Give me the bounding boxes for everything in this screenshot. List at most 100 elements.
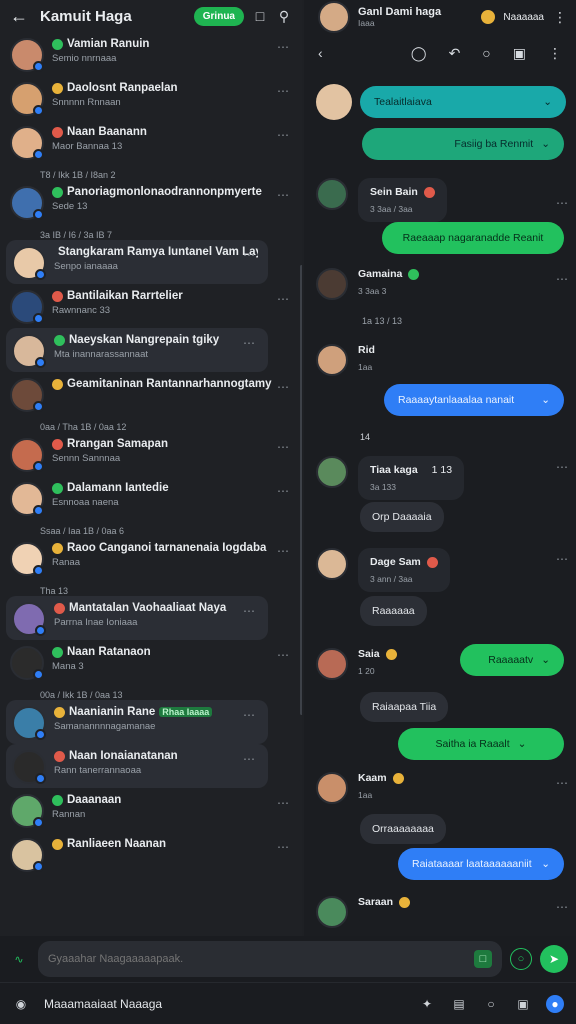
- incoming-message[interactable]: Raaaaaa: [360, 596, 427, 626]
- avatar[interactable]: [10, 290, 44, 324]
- more-icon[interactable]: ⋯: [556, 900, 568, 914]
- avatar[interactable]: [12, 246, 46, 280]
- avatar[interactable]: [12, 334, 46, 368]
- avatar[interactable]: [316, 896, 348, 928]
- more-vertical-icon[interactable]: ⋮: [552, 9, 568, 25]
- back-arrow-icon[interactable]: ←: [10, 6, 32, 27]
- avatar[interactable]: [316, 548, 348, 580]
- incoming-message[interactable]: Saia 1 20: [316, 648, 397, 680]
- calendar-icon[interactable]: ▤: [450, 995, 468, 1013]
- avatar[interactable]: [316, 84, 352, 120]
- home-icon[interactable]: ◉: [12, 995, 30, 1013]
- more-icon[interactable]: ⋯: [277, 648, 290, 662]
- avatar[interactable]: [10, 38, 44, 72]
- more-icon[interactable]: ⋯: [243, 752, 256, 766]
- avatar[interactable]: [10, 378, 44, 412]
- more-icon[interactable]: ⋯: [277, 380, 290, 394]
- avatar[interactable]: [10, 186, 44, 220]
- outgoing-message[interactable]: Saitha ia Raaalt ⌄: [398, 728, 564, 760]
- outgoing-message[interactable]: Raaaaatv ⌄: [460, 644, 564, 676]
- avatar[interactable]: [316, 772, 348, 804]
- more-icon[interactable]: ⋯: [243, 336, 256, 350]
- avatar[interactable]: [10, 438, 44, 472]
- chat-list-item[interactable]: Stangkaram Ramya Iuntanel Vam Lay Senpo i…: [6, 240, 268, 284]
- chevron-down-icon[interactable]: ⌄: [541, 858, 550, 870]
- incoming-message[interactable]: Gamaina 3 3aa 3: [316, 268, 420, 300]
- chat-list-item[interactable]: Daaanaan Rannan ⋯: [0, 788, 302, 832]
- message-input[interactable]: [48, 953, 466, 965]
- avatar[interactable]: [12, 602, 46, 636]
- chat-bubble-icon[interactable]: ○: [482, 45, 490, 61]
- incoming-message[interactable]: Tiaa kaga 1 13 3a 133: [316, 456, 465, 500]
- chat-list-item[interactable]: Naan Ratanaon Mana 3 ⋯: [0, 640, 302, 684]
- chat-list-item[interactable]: Naan Baanann Maor Bannaa 13 ⋯: [0, 120, 302, 164]
- incoming-message[interactable]: Orp Daaaaia: [360, 502, 444, 532]
- more-icon[interactable]: ⋯: [277, 440, 290, 454]
- chevron-left-icon[interactable]: ‹: [318, 45, 323, 61]
- chat-list-item[interactable]: Naeyskan Nangrepain tgiky Mta inannarassa…: [6, 328, 268, 372]
- outgoing-message[interactable]: Raaaaytanlaaalaa nanait ⌄: [384, 384, 564, 416]
- incoming-message[interactable]: Kaam 1aa: [316, 772, 404, 804]
- more-icon[interactable]: ⋯: [277, 128, 290, 142]
- outgoing-message[interactable]: Tealaitlaiava ⌄: [360, 86, 566, 118]
- search-icon[interactable]: ⚲: [276, 8, 292, 24]
- outgoing-message[interactable]: Raiataaaar laataaaaaaniit ⌄: [398, 848, 564, 880]
- more-icon[interactable]: ⋯: [556, 776, 568, 790]
- chat-list-item[interactable]: Bantilaikan Rarrtelier Rawnnanc 33 ⋯: [0, 284, 302, 328]
- more-icon[interactable]: ⋯: [277, 292, 290, 306]
- avatar[interactable]: [316, 344, 348, 376]
- profile-icon[interactable]: ●: [546, 994, 564, 1013]
- chat-list-item[interactable]: Ranliaeen Naanan ⋯: [0, 832, 302, 876]
- chat-list-item[interactable]: Rrangan Samapan Sennn Sannnaa ⋯: [0, 432, 302, 476]
- chat-list-item[interactable]: Geamitaninan Rantannarhannogtamy ⋯: [0, 372, 302, 416]
- incoming-message[interactable]: Raiaapaa Tiia: [360, 692, 449, 722]
- more-icon[interactable]: ⋯: [277, 796, 290, 810]
- camera-icon[interactable]: ▣: [514, 995, 532, 1013]
- attach-icon[interactable]: □: [474, 950, 492, 968]
- avatar[interactable]: [12, 750, 46, 784]
- compass-icon[interactable]: ✦: [418, 995, 436, 1013]
- avatar[interactable]: [318, 1, 350, 33]
- avatar[interactable]: [316, 648, 348, 680]
- incoming-message[interactable]: Saraan: [316, 896, 411, 928]
- incoming-message[interactable]: Sein Bain 3 3aa / 3aa: [316, 178, 447, 222]
- chat-list-item[interactable]: Panoriagmonlonaodrannonpmyerte Sede 13 ⋯: [0, 180, 302, 224]
- avatar[interactable]: [10, 646, 44, 680]
- more-icon[interactable]: ⋯: [556, 272, 568, 286]
- avatar[interactable]: [12, 706, 46, 740]
- outgoing-message[interactable]: Raeaaap nagaranadde Reanit: [382, 222, 564, 254]
- chat-list-item[interactable]: Mantatalan Vaohaaliaat Naya Parrna Inae I…: [6, 596, 268, 640]
- chat-icon[interactable]: ○: [482, 995, 500, 1013]
- avatar[interactable]: [10, 82, 44, 116]
- chat-list-item[interactable]: Naanianin Rane Rhaa Iaaaa Samanannnnagaman…: [6, 700, 268, 744]
- chevron-down-icon[interactable]: ⌄: [541, 654, 550, 666]
- more-icon[interactable]: ⋯: [556, 552, 568, 566]
- more-vertical-icon[interactable]: ⋮: [548, 45, 562, 62]
- avatar[interactable]: [10, 542, 44, 576]
- voice-icon[interactable]: ∿: [8, 948, 30, 970]
- more-icon[interactable]: ⋯: [556, 460, 568, 474]
- chat-list-item[interactable]: Dalamann Iantedie Esnnoaa naena ⋯: [0, 476, 302, 520]
- incoming-message[interactable]: Rid 1aa: [316, 344, 375, 376]
- scrollbar[interactable]: [300, 265, 302, 715]
- more-icon[interactable]: ⋯: [556, 196, 568, 210]
- chat-list-item[interactable]: Vamian Ranuin Semio nnrnaaa ⋯: [0, 32, 302, 76]
- chevron-down-icon[interactable]: ⌄: [541, 138, 550, 150]
- more-icon[interactable]: ⋯: [277, 188, 290, 202]
- avatar[interactable]: [10, 126, 44, 160]
- avatar[interactable]: [10, 794, 44, 828]
- more-icon[interactable]: ⋯: [277, 544, 290, 558]
- more-icon[interactable]: ⋯: [277, 484, 290, 498]
- avatar[interactable]: [316, 268, 348, 300]
- chevron-down-icon[interactable]: ⌄: [541, 394, 550, 406]
- chevron-down-icon[interactable]: ⌄: [543, 96, 552, 108]
- shield-icon[interactable]: ◯: [411, 45, 427, 62]
- camera-icon[interactable]: ▣: [513, 45, 526, 62]
- more-icon[interactable]: ⋯: [277, 84, 290, 98]
- avatar[interactable]: [316, 456, 348, 488]
- incoming-message[interactable]: Orraaaaaaaa: [360, 814, 446, 844]
- chat-list-item[interactable]: Naan Ionaianatanan Rann tanerrannaoaa ⋯: [6, 744, 268, 788]
- reply-icon[interactable]: ↶: [449, 45, 461, 62]
- incoming-message[interactable]: Dage Sam 3 ann / 3aa: [316, 548, 450, 592]
- send-button[interactable]: ➤: [540, 945, 568, 973]
